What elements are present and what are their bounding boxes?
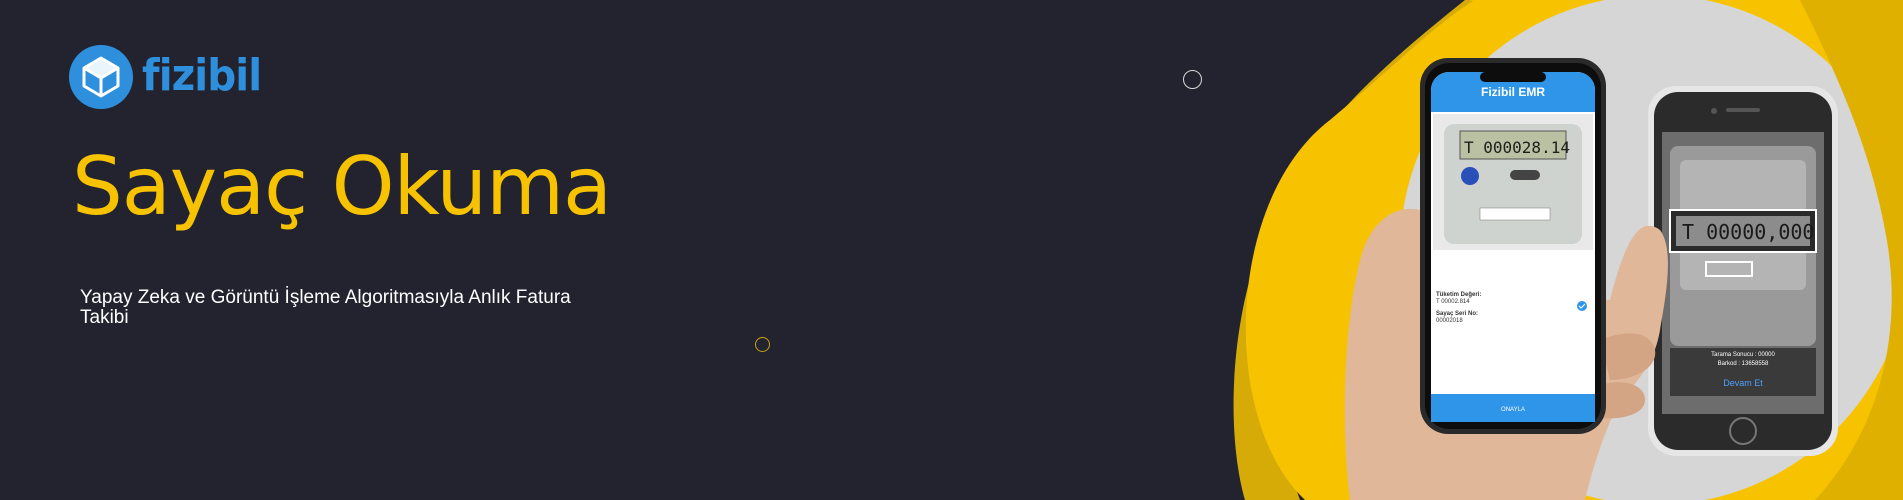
phone-left-meter-text: T 000028.14: [1464, 138, 1570, 157]
phone-left-app-title: Fizibil EMR: [1481, 85, 1545, 99]
svg-text:Sayaç Seri No:: Sayaç Seri No:: [1436, 311, 1478, 317]
brand-logo[interactable]: fizibil: [68, 44, 272, 110]
hero-artwork: T 00000,000 Tarama Sonucu : 00000 Barkod…: [1233, 0, 1903, 500]
confirm-button-label: ONAYLA: [1501, 407, 1525, 413]
svg-text:Tarama Sonucu : 00000: Tarama Sonucu : 00000: [1711, 352, 1775, 358]
phone-right: T 00000,000 Tarama Sonucu : 00000 Barkod…: [1648, 86, 1838, 456]
decorative-ring-gold: [755, 337, 770, 352]
svg-text:Tüketim Değeri:: Tüketim Değeri:: [1436, 292, 1481, 298]
decorative-ring-white: [1183, 70, 1202, 89]
page-title: Sayaç Okuma: [72, 140, 612, 233]
svg-text:00002018: 00002018: [1436, 318, 1463, 324]
hero-banner: T 00000,000 Tarama Sonucu : 00000 Barkod…: [0, 0, 1903, 500]
phone-right-meter-text: T 00000,000: [1682, 220, 1814, 244]
page-subtitle: Yapay Zeka ve Görüntü İşleme Algoritması…: [80, 287, 571, 328]
continue-button-label: Devam Et: [1723, 378, 1763, 388]
svg-text:Barkod : 13658558: Barkod : 13658558: [1718, 361, 1769, 367]
phone-left: Fizibil EMR T 000028.14 Tüketim Değeri: …: [1420, 58, 1606, 434]
svg-text:T 00002.814: T 00002.814: [1436, 299, 1470, 305]
brand-name: fizibil: [142, 49, 262, 101]
cube-icon: [69, 45, 133, 109]
check-icon: [1577, 301, 1587, 311]
